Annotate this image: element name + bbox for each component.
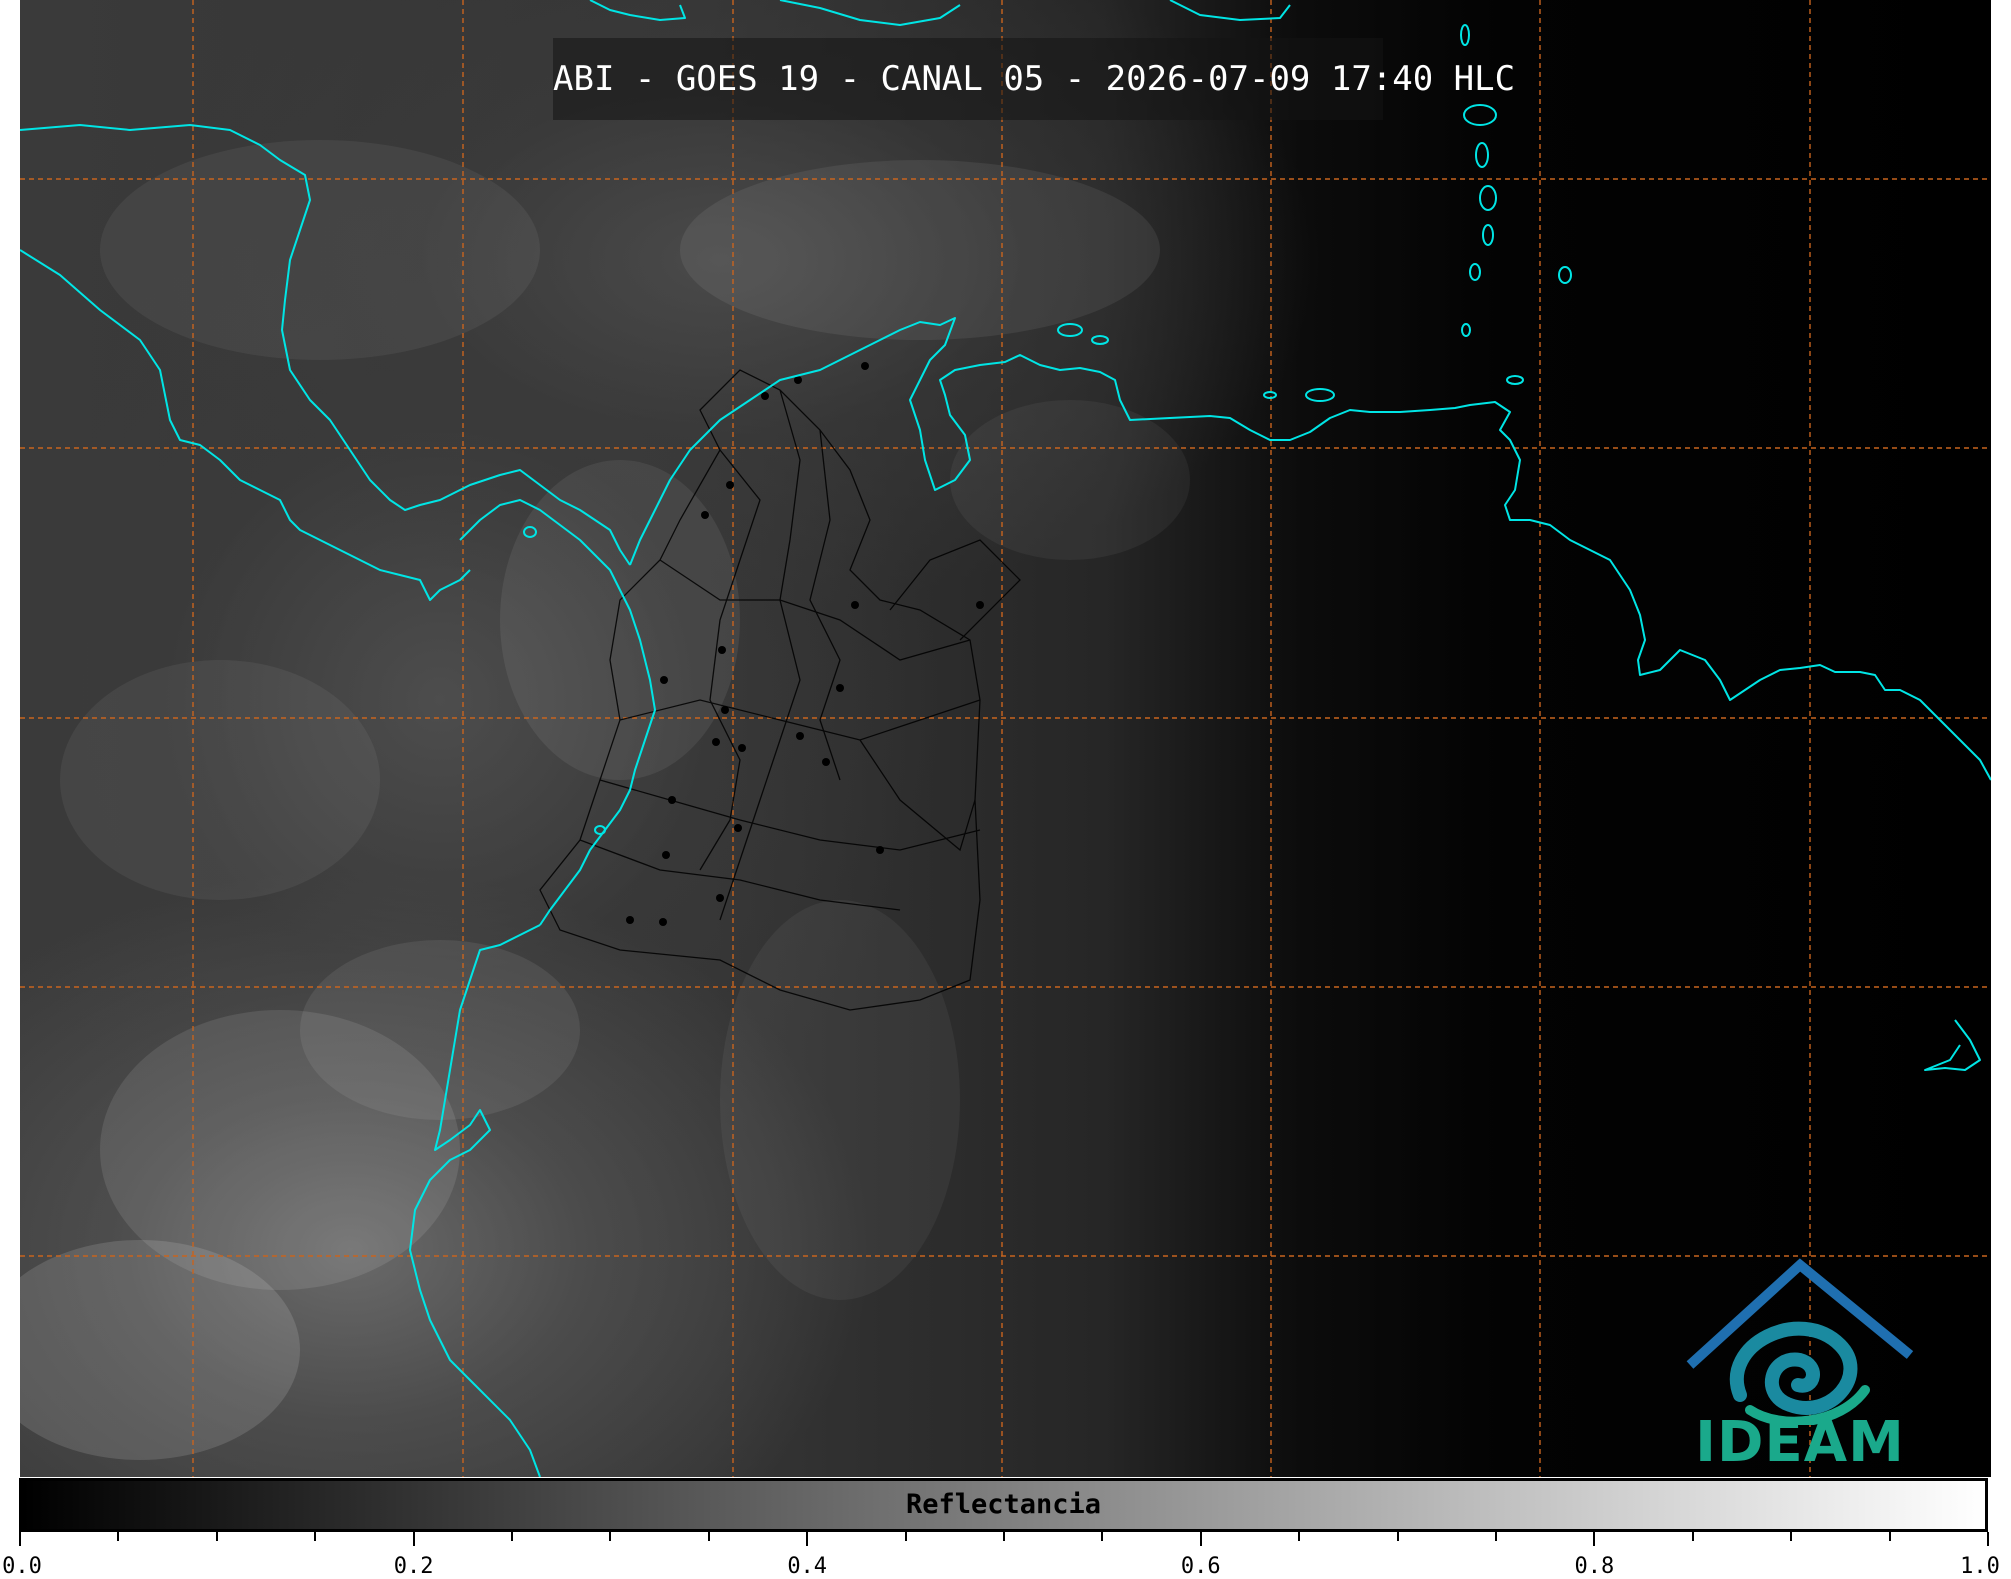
colorbar-minor-tick bbox=[1298, 1532, 1301, 1541]
colorbar-tick-label: 0.2 bbox=[393, 1554, 434, 1579]
colorbar-tick-label: 0.6 bbox=[1180, 1554, 1221, 1579]
colorbar-tick-label: 0.4 bbox=[787, 1554, 828, 1579]
colorbar-minor-tick bbox=[1790, 1532, 1793, 1541]
colorbar-minor-tick bbox=[707, 1532, 710, 1541]
cloud-patches bbox=[20, 140, 1190, 1460]
colorbar-major-tick bbox=[19, 1532, 21, 1546]
colorbar-label: Reflectancia bbox=[905, 1489, 1102, 1520]
colorbar-tick-label: 0.8 bbox=[1574, 1554, 1615, 1579]
colorbar-minor-tick bbox=[511, 1532, 513, 1541]
colorbar-minor-tick bbox=[1691, 1532, 1694, 1541]
colorbar-minor-tick bbox=[215, 1532, 218, 1541]
ideam-logo: IDEAM bbox=[1680, 1255, 1920, 1475]
colorbar-major-tick bbox=[1199, 1532, 1202, 1546]
colorbar-minor-tick bbox=[1101, 1532, 1104, 1541]
colorbar-minor-tick bbox=[1888, 1532, 1891, 1541]
colorbar-major-tick bbox=[1593, 1532, 1596, 1546]
colorbar-tick-label: 1.0 bbox=[1960, 1554, 2000, 1579]
colorbar-minor-tick bbox=[1003, 1532, 1005, 1541]
satellite-map: ABI - GOES 19 - CANAL 05 - 2026-07-09 17… bbox=[20, 0, 1991, 1477]
colorbar: Reflectancia bbox=[19, 1478, 1988, 1532]
colorbar-major-tick bbox=[806, 1532, 809, 1546]
image-title: ABI - GOES 19 - CANAL 05 - 2026-07-09 17… bbox=[553, 59, 1516, 99]
colorbar-minor-tick bbox=[1396, 1532, 1399, 1541]
colorbar-major-tick bbox=[1987, 1532, 1989, 1546]
colorbar-minor-tick bbox=[117, 1532, 120, 1541]
colorbar-tick-label: 0.0 bbox=[2, 1554, 42, 1579]
colorbar-minor-tick bbox=[609, 1532, 612, 1541]
colorbar-minor-tick bbox=[1495, 1532, 1497, 1541]
ideam-emblem-icon bbox=[1686, 1258, 1914, 1425]
ideam-logo-text: IDEAM bbox=[1695, 1410, 1905, 1475]
colorbar-major-tick bbox=[412, 1532, 415, 1546]
colorbar-minor-tick bbox=[314, 1532, 317, 1541]
colorbar-minor-tick bbox=[904, 1532, 907, 1541]
title-banner: ABI - GOES 19 - CANAL 05 - 2026-07-09 17… bbox=[553, 38, 1516, 120]
colorbar-ticks: 0.0 0.2 0.4 0.6 0.8 1.0 bbox=[0, 1532, 2011, 1579]
